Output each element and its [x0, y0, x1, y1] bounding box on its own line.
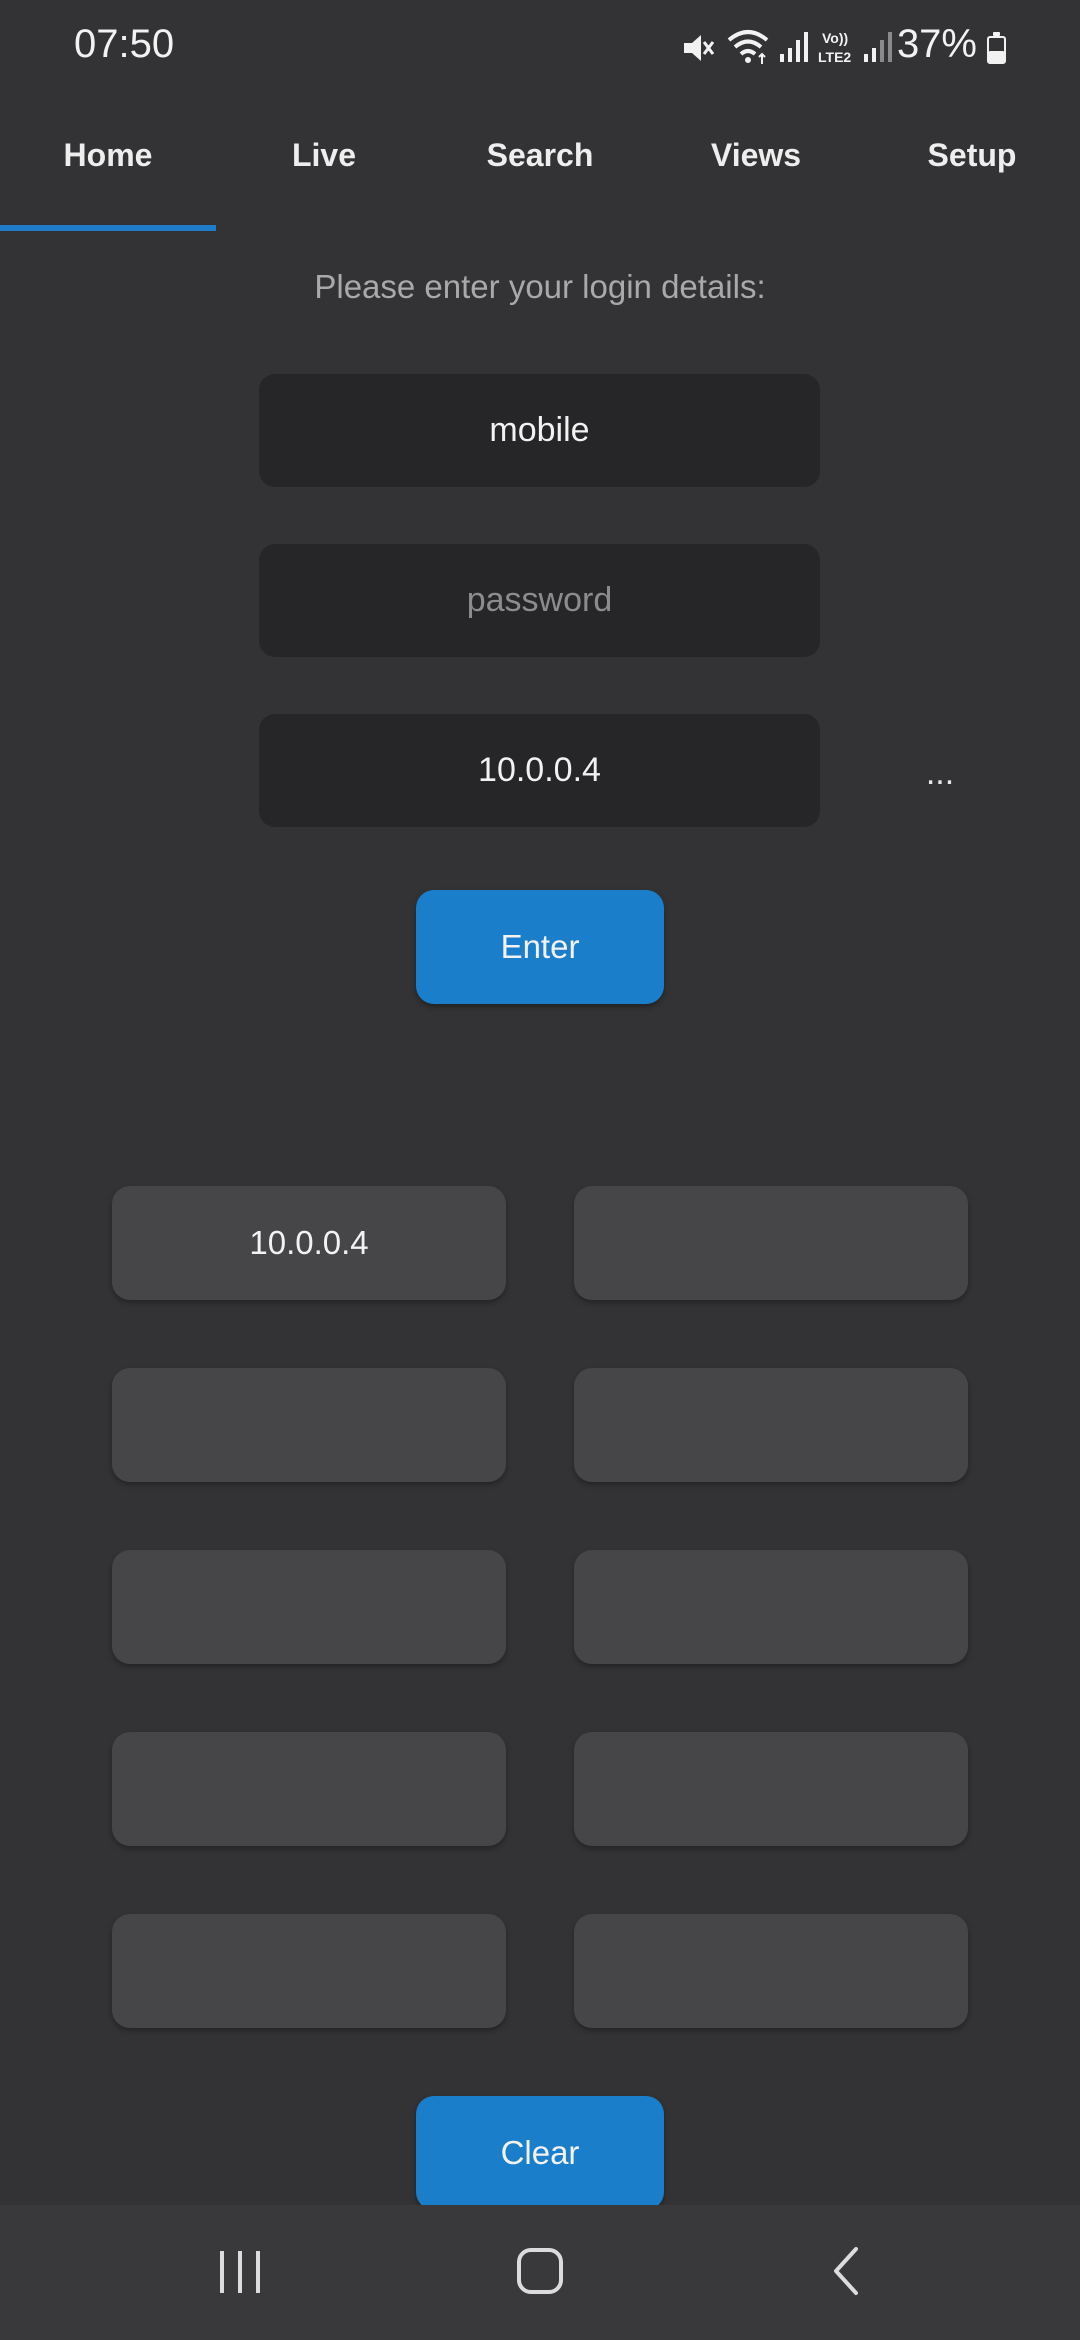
battery-icon [987, 32, 1006, 64]
server-field[interactable]: 10.0.0.4 [259, 714, 820, 827]
home-icon[interactable] [514, 2245, 566, 2297]
username-field[interactable]: mobile [259, 374, 820, 487]
tab-setup[interactable]: Setup [864, 115, 1080, 235]
tab-live[interactable]: Live [216, 115, 432, 235]
password-field[interactable]: password [259, 544, 820, 657]
mute-icon [684, 35, 715, 61]
navigation-bar [0, 2205, 1080, 2340]
status-bar: 07:50 Vo)) LTE2 37% [0, 0, 1080, 95]
recents-icon[interactable] [212, 2247, 268, 2297]
signal-icon [780, 32, 808, 62]
server-slot[interactable] [112, 1914, 506, 2028]
status-icons: Vo)) LTE2 37% [0, 0, 1080, 95]
tab-search[interactable]: Search [432, 115, 648, 235]
server-slot[interactable] [112, 1550, 506, 1664]
enter-button[interactable]: Enter [416, 890, 664, 1004]
tab-indicator [0, 225, 216, 231]
server-slot[interactable] [574, 1732, 968, 1846]
server-slot[interactable] [574, 1550, 968, 1664]
server-slot[interactable] [574, 1186, 968, 1300]
login-prompt: Please enter your login details: [314, 268, 766, 305]
server-slot[interactable] [574, 1914, 968, 2028]
tab-views[interactable]: Views [648, 115, 864, 235]
wifi-icon [727, 30, 769, 64]
server-slot[interactable] [112, 1368, 506, 1482]
more-options-button[interactable]: ... [920, 756, 960, 798]
tab-home[interactable]: Home [0, 115, 216, 235]
back-icon[interactable] [826, 2245, 866, 2297]
svg-text:Vo)): Vo)) [822, 30, 848, 46]
server-slot[interactable]: 10.0.0.4 [112, 1186, 506, 1300]
tab-bar: Home Live Search Views Setup [0, 115, 1080, 235]
server-slot[interactable] [112, 1732, 506, 1846]
clear-button[interactable]: Clear [416, 2096, 664, 2210]
battery-percent: 37% [896, 22, 977, 66]
signal-icon [864, 32, 892, 62]
svg-text:LTE2: LTE2 [818, 49, 851, 65]
server-slot[interactable] [574, 1368, 968, 1482]
volte-lte2-icon: Vo)) LTE2 [818, 30, 851, 65]
